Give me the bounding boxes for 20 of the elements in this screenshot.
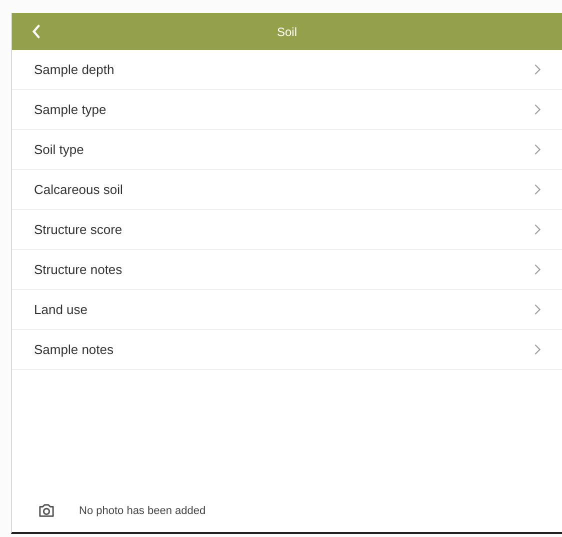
chevron-icon bbox=[534, 264, 541, 275]
back-icon[interactable] bbox=[32, 24, 41, 39]
photo-message: No photo has been added bbox=[79, 504, 206, 516]
list-item[interactable]: Calcareous soil bbox=[12, 170, 562, 210]
list-item[interactable]: Sample depth bbox=[12, 50, 562, 90]
chevron-icon bbox=[534, 104, 541, 115]
chevron-icon bbox=[534, 304, 541, 315]
chevron-icon bbox=[534, 344, 541, 355]
list-item[interactable]: Sample notes bbox=[12, 330, 562, 370]
list-item[interactable]: Structure notes bbox=[12, 250, 562, 290]
chevron-icon bbox=[534, 64, 541, 75]
list-item[interactable]: Sample type bbox=[12, 90, 562, 130]
chevron-icon bbox=[534, 184, 541, 195]
camera-icon[interactable] bbox=[38, 503, 55, 518]
list-item[interactable]: Land use bbox=[12, 290, 562, 330]
chevron-icon bbox=[534, 224, 541, 235]
chevron-icon bbox=[534, 144, 541, 155]
list-item[interactable]: Structure score bbox=[12, 210, 562, 250]
list-item[interactable]: Soil type bbox=[12, 130, 562, 170]
screen-title: Soil bbox=[277, 24, 297, 38]
